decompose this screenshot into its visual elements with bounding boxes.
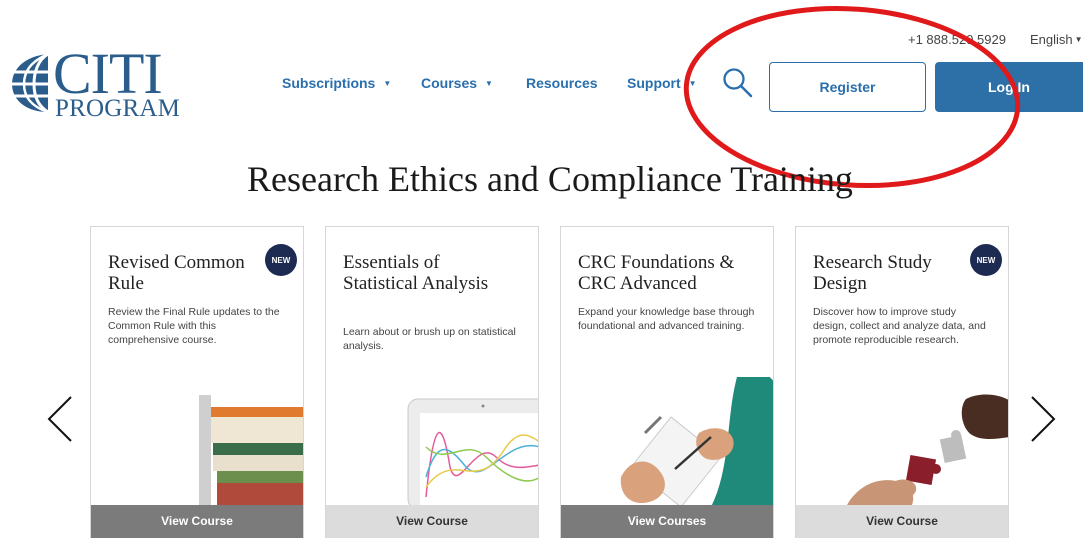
course-card-crc[interactable]: CRC Foundations & CRC Advanced Expand yo… — [560, 226, 774, 538]
carousel-next-button[interactable] — [1027, 395, 1061, 443]
nav-label: Support — [627, 75, 681, 91]
card-description: Learn about or brush up on statistical a… — [343, 326, 516, 352]
nav-resources[interactable]: Resources — [526, 75, 598, 91]
card-description: Expand your knowledge base through found… — [578, 306, 755, 332]
caret-down-icon: ▼ — [485, 79, 493, 88]
view-course-button[interactable]: View Course — [91, 505, 303, 538]
search-button[interactable] — [721, 66, 755, 100]
nav-subscriptions[interactable]: Subscriptions ▼ — [282, 75, 391, 91]
logo-subtitle: PROGRAM — [55, 95, 181, 122]
course-card-study-design[interactable]: Research Study Design NEW Discover how t… — [795, 226, 1009, 538]
caret-down-icon: ▼ — [383, 79, 392, 88]
language-selector[interactable]: English ▼ — [1030, 32, 1083, 47]
globe-logo-icon — [10, 52, 50, 114]
view-courses-button[interactable]: View Courses — [561, 505, 773, 538]
new-badge: NEW — [970, 244, 1002, 276]
view-course-button[interactable]: View Course — [796, 505, 1008, 538]
clipboard-writing-illustration — [620, 377, 773, 507]
login-button[interactable]: Log In — [935, 62, 1083, 112]
search-icon — [723, 68, 753, 98]
new-badge: NEW — [265, 244, 297, 276]
card-description: Discover how to improve study design, co… — [813, 306, 986, 346]
tablet-chart-illustration — [407, 398, 538, 507]
nav-support[interactable]: Support ▼ — [627, 75, 697, 91]
chevron-left-icon — [47, 396, 72, 442]
card-title: Essentials of Statistical Analysis — [343, 252, 489, 294]
books-illustration — [199, 395, 303, 507]
nav-courses[interactable]: Courses ▼ — [421, 75, 493, 91]
nav-label: Resources — [526, 75, 598, 91]
register-button[interactable]: Register — [769, 62, 926, 112]
carousel-prev-button[interactable] — [44, 395, 78, 443]
card-title: CRC Foundations & CRC Advanced — [578, 252, 735, 294]
language-label: English — [1030, 32, 1073, 47]
card-title: Revised Common Rule — [108, 252, 245, 294]
nav-label: Courses — [421, 75, 478, 91]
card-description: Review the Final Rule updates to the Com… — [108, 306, 280, 346]
nav-label: Subscriptions — [282, 75, 376, 91]
puzzle-hands-illustration — [846, 394, 1008, 507]
course-card-common-rule[interactable]: Revised Common Rule NEW Review the Final… — [90, 226, 304, 538]
caret-down-icon: ▼ — [688, 79, 697, 88]
card-title: Research Study Design — [813, 252, 932, 294]
course-card-statistical-analysis[interactable]: Essentials of Statistical Analysis Learn… — [325, 226, 539, 538]
chevron-right-icon — [1031, 396, 1056, 442]
caret-down-icon: ▼ — [1074, 35, 1083, 44]
page-title: Research Ethics and Compliance Training — [247, 159, 853, 199]
citi-program-logo[interactable]: CITI PROGRAM — [8, 44, 180, 128]
phone-link[interactable]: +1 888.529.5929 — [908, 32, 1006, 47]
view-course-button[interactable]: View Course — [326, 505, 538, 538]
